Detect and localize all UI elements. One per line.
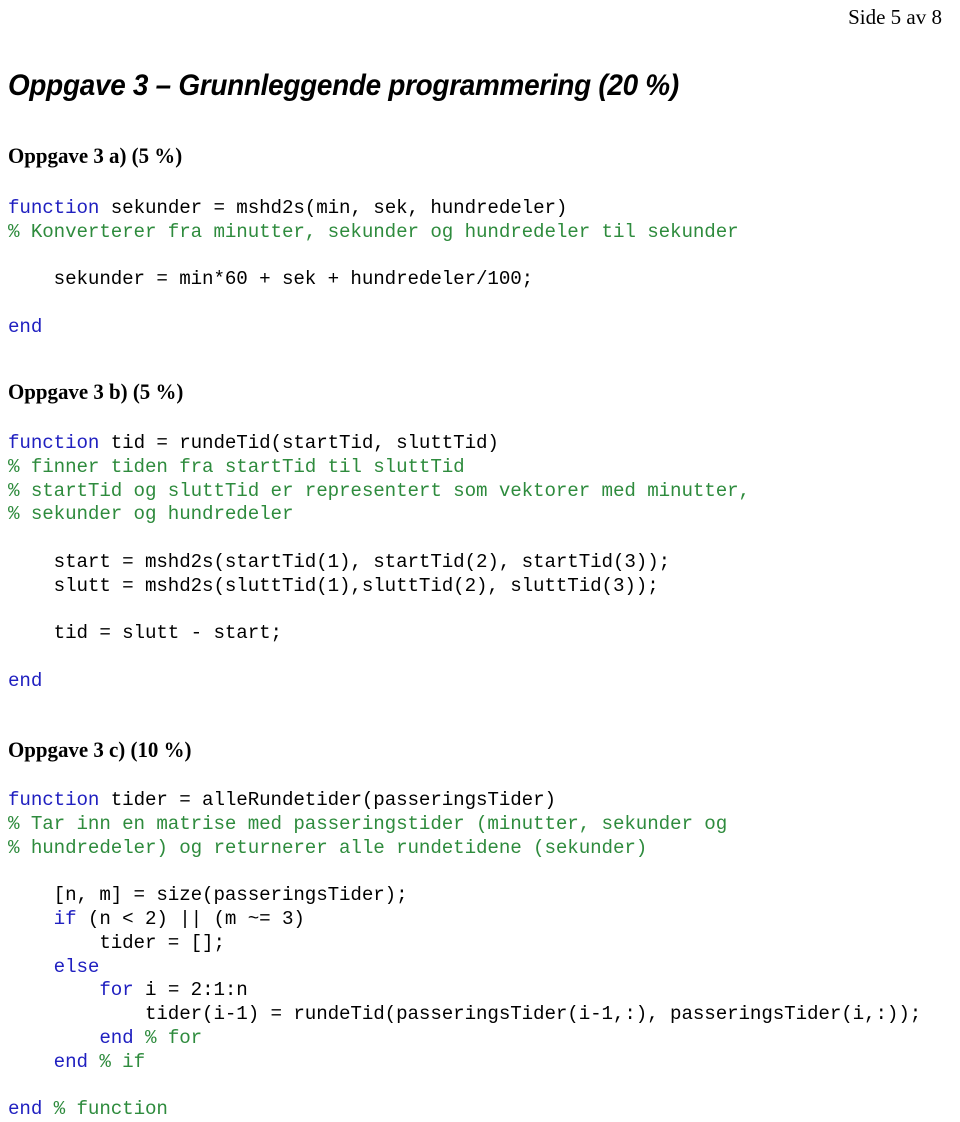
code-line: function sekunder = mshd2s(min, sek, hun… (8, 197, 739, 221)
code-line: % Konverterer fra minutter, sekunder og … (8, 221, 739, 245)
code-token-keyword: else (53, 955, 100, 978)
code-token-comment: % finner tiden fra startTid til sluttTid (8, 455, 465, 478)
code-token-plain: sekunder = mshd2s(min, sek, hundredeler) (99, 197, 568, 219)
code-token-keyword: end (99, 1026, 134, 1049)
code-token-comment: % startTid og sluttTid er representert s… (8, 479, 750, 502)
code-line: tider = []; (8, 932, 921, 956)
code-line: [n, m] = size(passeringsTider); (8, 884, 921, 908)
code-token-comment: % hundredeler) og returnerer alle rundet… (8, 836, 648, 859)
code-line: tider(i-1) = rundeTid(passeringsTider(i-… (8, 1003, 921, 1027)
code-token-comment: % sekunder og hundredeler (8, 503, 294, 526)
page-title: Oppgave 3 – Grunnleggende programmering … (8, 69, 679, 102)
code-line: % Tar inn en matrise med passeringstider… (8, 813, 921, 837)
code-block-c: function tider = alleRundetider(passerin… (8, 789, 921, 1122)
document-page: Side 5 av 8 Oppgave 3 – Grunnleggende pr… (0, 0, 960, 1120)
section-heading-a: Oppgave 3 a) (5 %) (8, 143, 183, 168)
code-line: end (8, 670, 750, 694)
code-line: % finner tiden fra startTid til sluttTid (8, 456, 750, 480)
code-token-comment: % Konverterer fra minutter, sekunder og … (8, 220, 739, 243)
code-line: for i = 2:1:n (8, 979, 921, 1003)
code-token-plain: slutt = mshd2s(sluttTid(1),sluttTid(2), … (8, 574, 659, 597)
code-token-comment: % Tar inn en matrise med passeringstider… (8, 812, 728, 835)
code-token-keyword: function (8, 197, 100, 219)
section-heading-c: Oppgave 3 c) (10 %) (8, 737, 192, 762)
code-token-keyword: if (53, 907, 77, 930)
code-token-keyword: function (8, 432, 100, 454)
code-token-plain: i = 2:1:n (133, 979, 248, 1002)
code-token-comment: % for (145, 1026, 203, 1049)
code-line: function tid = rundeTid(startTid, sluttT… (8, 432, 750, 456)
code-line: % startTid og sluttTid er representert s… (8, 480, 750, 504)
code-token-keyword: end (53, 1050, 88, 1073)
code-token-keyword: end (8, 669, 43, 692)
code-line: % sekunder og hundredeler (8, 503, 750, 527)
code-line: tid = slutt - start; (8, 622, 750, 646)
code-token-comment: % if (99, 1050, 146, 1073)
code-token-plain: start = mshd2s(startTid(1), startTid(2),… (8, 550, 671, 573)
code-line: slutt = mshd2s(sluttTid(1),sluttTid(2), … (8, 575, 750, 599)
code-token-plain: tider = alleRundetider(passeringsTider) (99, 789, 556, 811)
code-token-keyword: end (8, 1098, 43, 1121)
code-token-plain: sekunder = min*60 + sek + hundredeler/10… (8, 268, 534, 291)
code-line: else (8, 956, 921, 980)
code-token-keyword: function (8, 789, 100, 811)
code-token-plain: (n < 2) || (m ~= 3) (76, 907, 305, 930)
code-line: end % if (8, 1051, 921, 1075)
code-token-keyword: for (99, 979, 134, 1002)
code-line: end (8, 316, 739, 340)
code-token-keyword: end (8, 315, 43, 338)
code-block-b: function tid = rundeTid(startTid, sluttT… (8, 432, 750, 694)
section-heading-b: Oppgave 3 b) (5 %) (8, 379, 184, 404)
code-token-plain: tider(i-1) = rundeTid(passeringsTider(i-… (8, 1003, 922, 1026)
code-token-comment: % function (53, 1098, 168, 1121)
code-line: sekunder = min*60 + sek + hundredeler/10… (8, 268, 739, 292)
code-block-a: function sekunder = mshd2s(min, sek, hun… (8, 197, 739, 340)
code-line: % hundredeler) og returnerer alle rundet… (8, 837, 921, 861)
code-token-plain: tid = slutt - start; (8, 622, 282, 645)
code-token-plain: [n, m] = size(passeringsTider); (8, 884, 408, 907)
code-line: end % function (8, 1098, 921, 1122)
code-token-plain: tider = []; (8, 931, 225, 954)
code-line: function tider = alleRundetider(passerin… (8, 789, 921, 813)
code-token-plain: tid = rundeTid(startTid, sluttTid) (99, 432, 499, 454)
code-line: end % for (8, 1027, 921, 1051)
code-line: start = mshd2s(startTid(1), startTid(2),… (8, 551, 750, 575)
page-indicator: Side 5 av 8 (848, 5, 942, 29)
code-line: if (n < 2) || (m ~= 3) (8, 908, 921, 932)
